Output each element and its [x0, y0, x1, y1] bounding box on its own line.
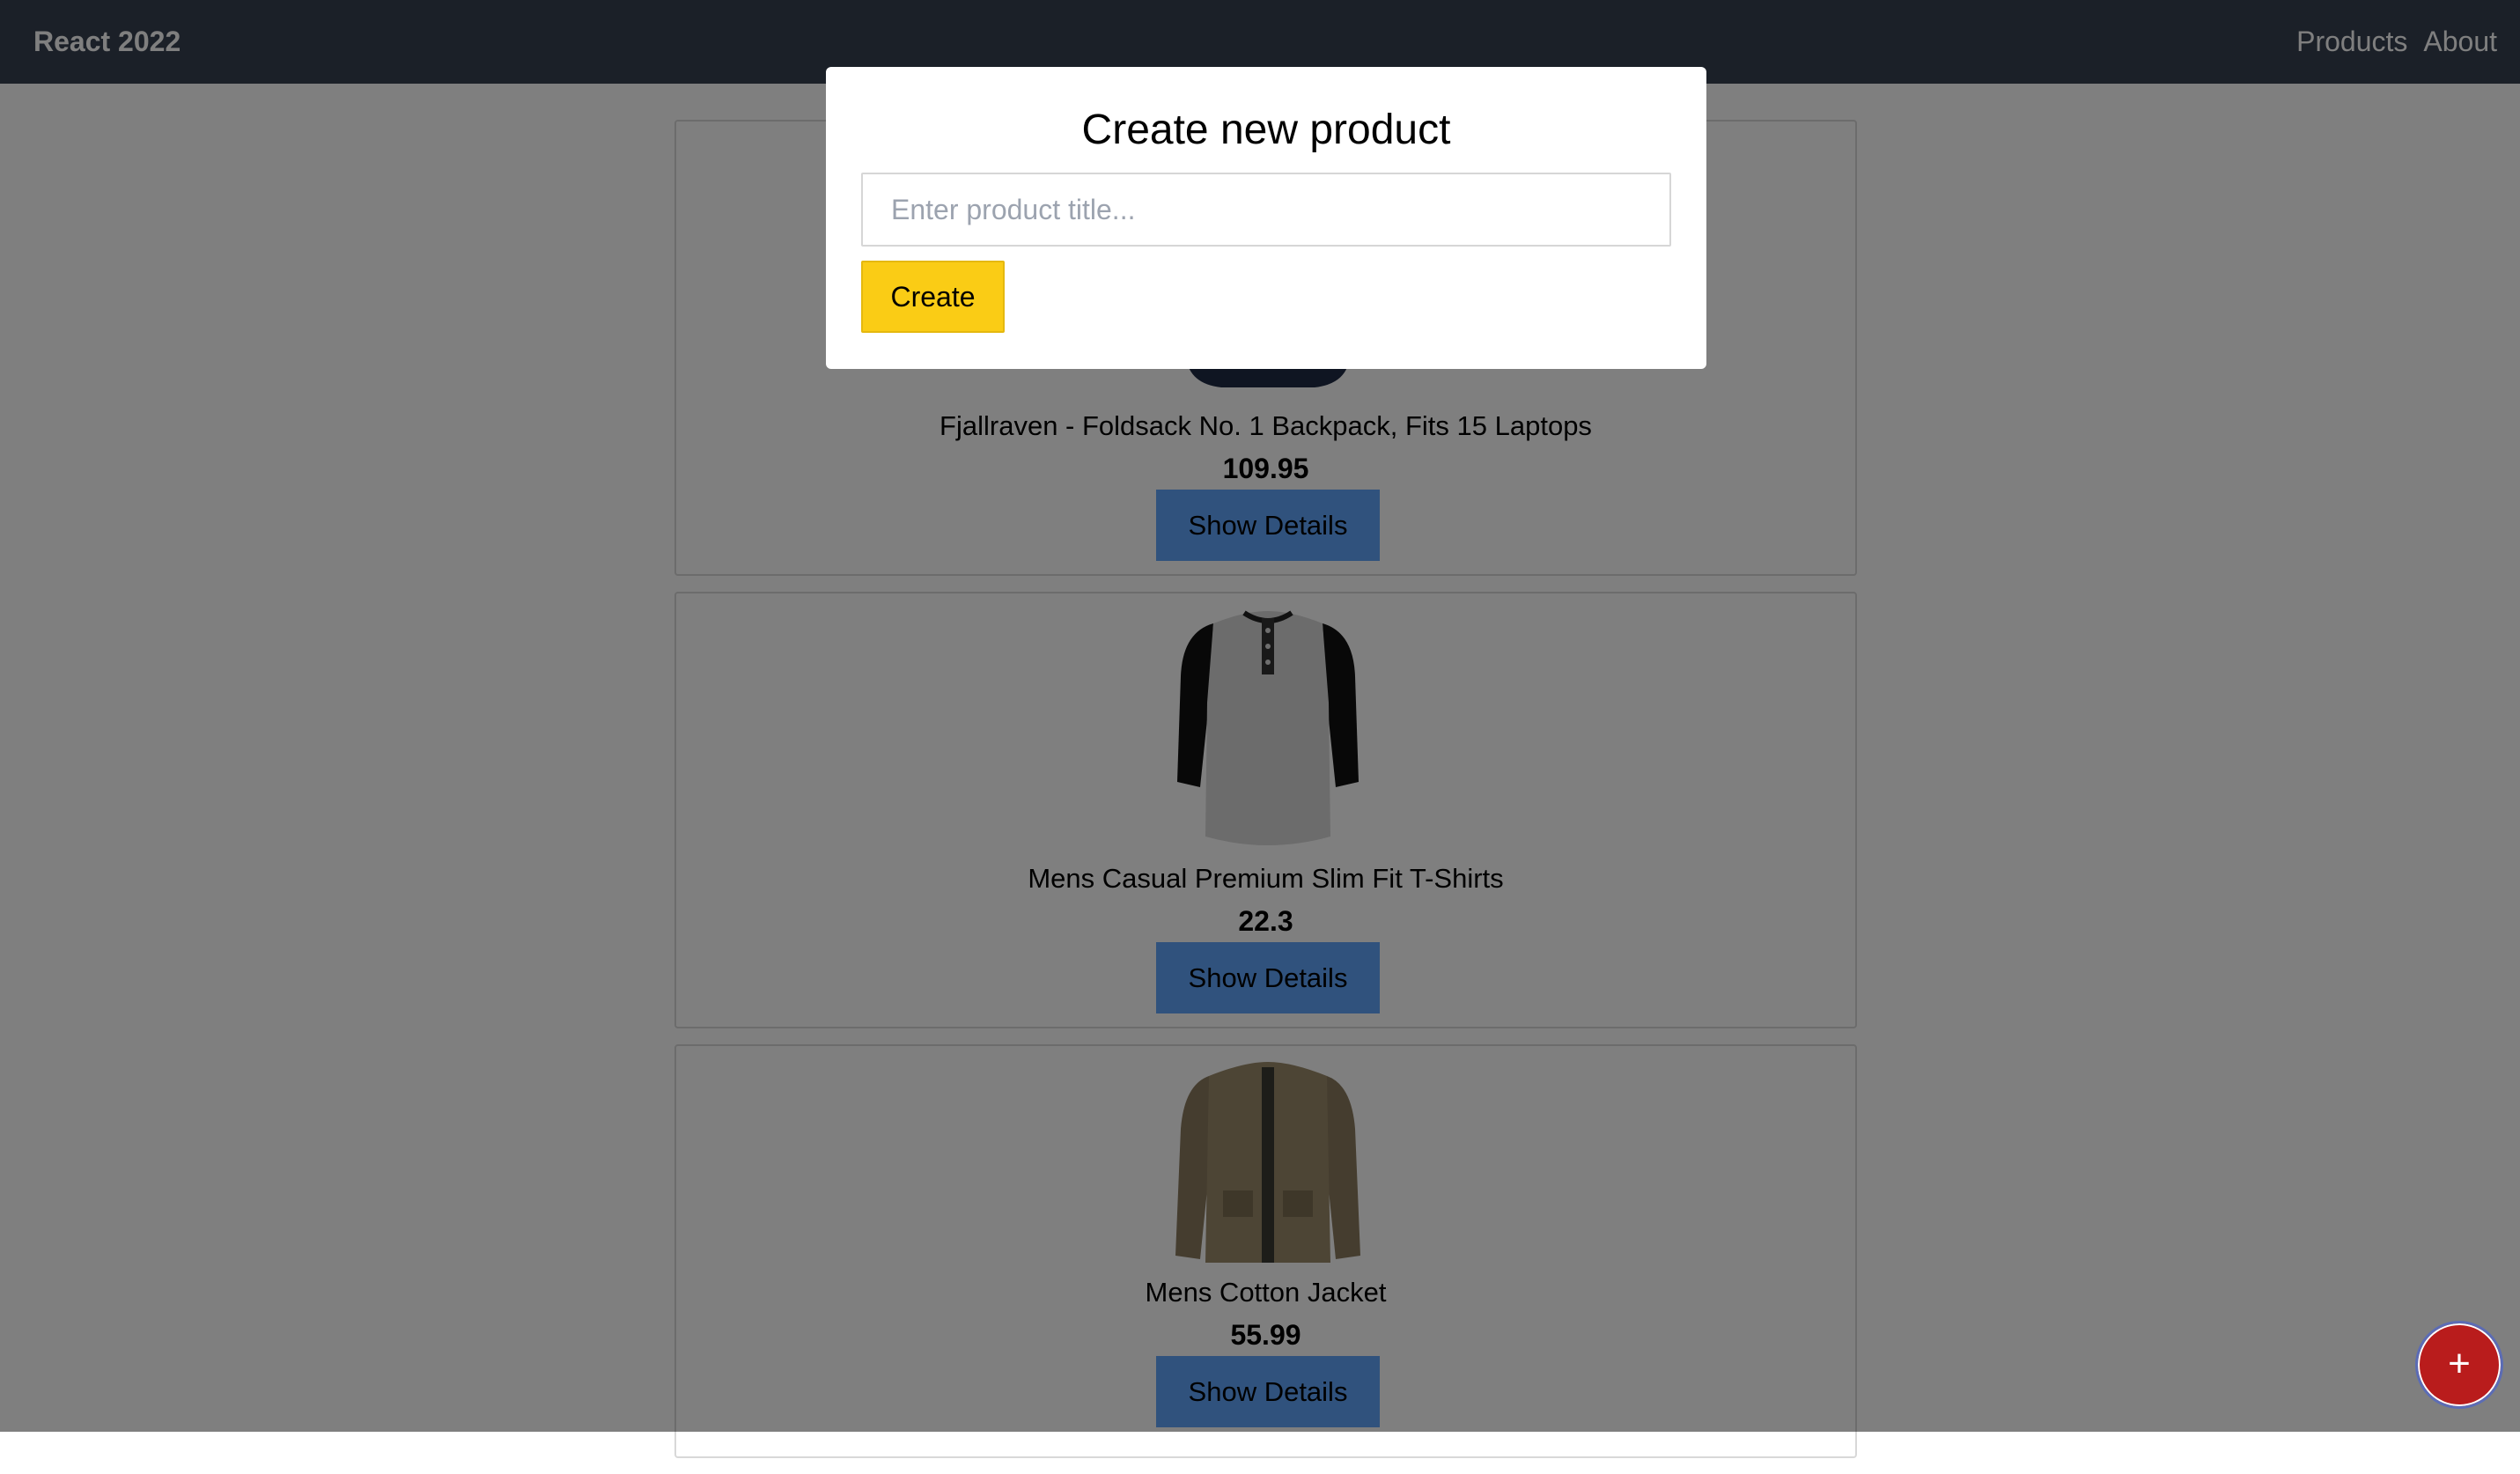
plus-icon: + [2448, 1342, 2471, 1385]
modal-title: Create new product [1081, 107, 1451, 153]
create-product-modal: Create new product Create [826, 67, 1706, 369]
product-title-input[interactable] [861, 173, 1671, 247]
create-button[interactable]: Create [861, 261, 1005, 333]
add-product-button[interactable]: + [2415, 1321, 2503, 1409]
